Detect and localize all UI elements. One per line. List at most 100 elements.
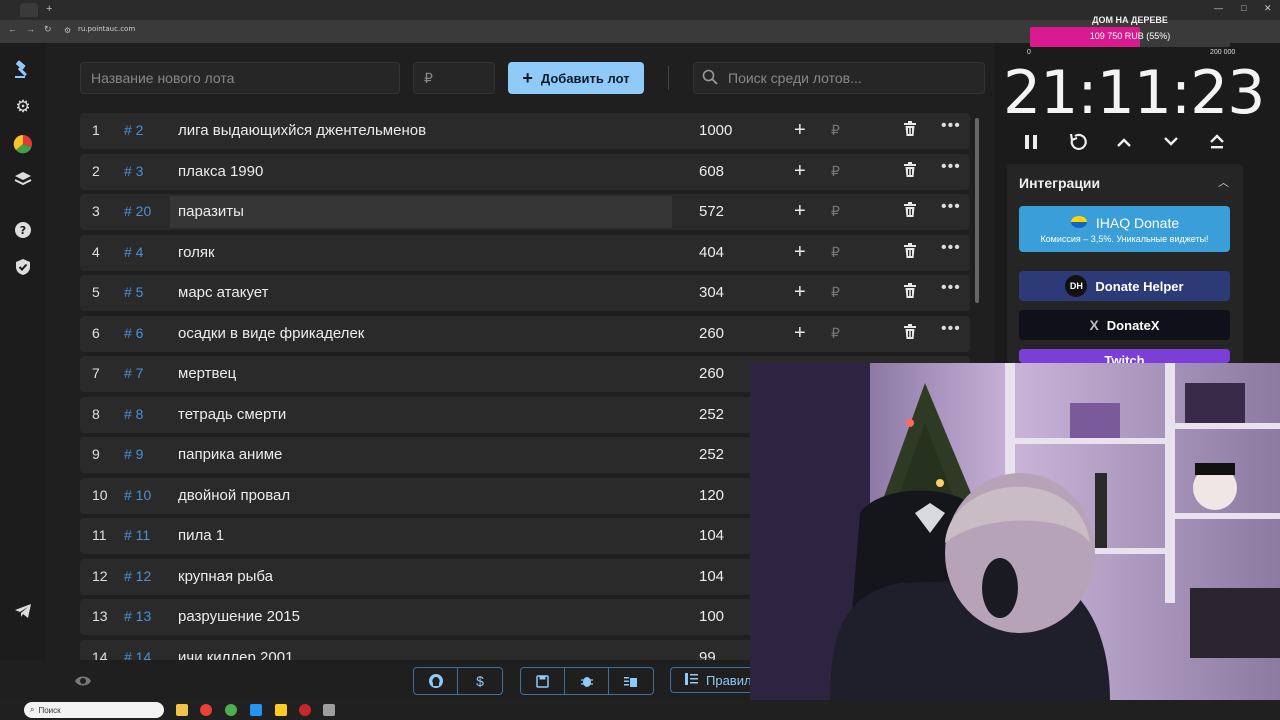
delete-trash-icon[interactable] — [903, 242, 917, 263]
lot-name[interactable]: осадки в виде фрикаделек — [178, 325, 364, 342]
lot-amount: 120 — [699, 486, 725, 504]
delete-trash-icon[interactable] — [903, 283, 917, 303]
new-tab-button[interactable]: + — [46, 3, 52, 15]
site-info-icon[interactable]: ⚙ — [64, 26, 71, 35]
ruble-input-icon[interactable]: ₽ — [831, 284, 840, 301]
goal-min-label: 0 — [1027, 49, 1031, 56]
lot-id: # 2 — [124, 122, 144, 138]
lot-id: # 8 — [124, 405, 144, 422]
pause-icon[interactable] — [1019, 130, 1043, 154]
add-lot-button[interactable]: + Добавить лот — [508, 62, 644, 94]
clear-list-icon[interactable] — [609, 668, 653, 694]
layers-icon[interactable] — [11, 167, 35, 191]
lot-name[interactable]: голяк — [178, 244, 215, 261]
help-icon[interactable]: ? — [11, 218, 35, 242]
ihaq-donate-button[interactable]: IHAQ Donate Комиссия – 3,5%. Уникальные … — [1019, 206, 1230, 252]
lot-name[interactable]: лига выдающихйся джентельменов — [178, 122, 426, 139]
more-options-icon[interactable]: ••• — [941, 198, 961, 216]
address-bar[interactable]: ru.pointauc.com — [78, 25, 135, 33]
taskbar-search[interactable]: ⌕ Поиск — [24, 702, 164, 718]
reset-timer-icon[interactable] — [1066, 130, 1090, 154]
ruble-input-icon[interactable]: ₽ — [831, 163, 840, 180]
ruble-input-icon[interactable]: ₽ — [831, 244, 840, 261]
lot-name[interactable]: разрушение 2015 — [178, 608, 300, 625]
lot-name[interactable]: мертвец — [178, 365, 236, 382]
more-options-icon[interactable]: ••• — [941, 239, 961, 257]
list-scrollbar[interactable] — [975, 118, 979, 303]
lot-amount: 304 — [699, 284, 725, 301]
add-amount-icon[interactable]: + — [794, 200, 806, 223]
taskbar-search-icon: ⌕ — [30, 705, 35, 714]
more-options-icon[interactable]: ••• — [941, 320, 961, 338]
lot-name[interactable]: паразиты — [178, 203, 244, 220]
delete-trash-icon[interactable] — [903, 161, 917, 182]
lot-name[interactable]: тетрадь смерти — [178, 406, 286, 423]
ruble-input-icon[interactable]: ₽ — [831, 325, 840, 342]
reload-icon[interactable]: ↻ — [44, 24, 52, 35]
lot-amount: 104 — [699, 527, 725, 544]
donate-helper-button[interactable]: DH Donate Helper — [1019, 271, 1230, 301]
forward-icon[interactable]: → — [26, 24, 35, 34]
lot-name[interactable]: паприка аниме — [178, 446, 282, 463]
chrome-active-icon[interactable] — [225, 704, 237, 716]
chrome-icon[interactable] — [200, 704, 212, 716]
add-amount-icon[interactable]: + — [794, 281, 806, 304]
increase-time-icon[interactable] — [1112, 130, 1136, 154]
lot-name[interactable]: плакса 1990 — [178, 163, 263, 180]
lot-name[interactable]: ичи киллер 2001 — [178, 649, 293, 661]
app-taskbar-icon[interactable] — [275, 704, 287, 716]
more-options-icon[interactable]: ••• — [941, 117, 961, 135]
lot-name[interactable]: пила 1 — [178, 527, 224, 544]
windows-taskbar: ⌕ Поиск — [0, 700, 1280, 720]
lot-search-input[interactable]: Поиск среди лотов... — [693, 62, 985, 94]
delete-trash-icon[interactable] — [903, 121, 917, 141]
add-amount-icon[interactable]: + — [794, 241, 806, 264]
eye-icon[interactable] — [74, 674, 92, 693]
bug-icon[interactable] — [565, 668, 609, 694]
file-explorer-icon[interactable] — [176, 704, 188, 716]
lot-id: # 7 — [124, 365, 144, 381]
obs-icon[interactable] — [299, 704, 311, 716]
delete-trash-icon[interactable] — [903, 202, 917, 222]
donatex-button[interactable]: X DonateX — [1019, 310, 1230, 340]
decrease-time-icon[interactable] — [1159, 130, 1183, 154]
lot-name[interactable]: крупная рыба — [178, 568, 273, 585]
rules-button[interactable]: Правил — [670, 667, 760, 693]
double-increase-icon[interactable] — [1205, 130, 1229, 154]
rules-label: Правил — [706, 672, 752, 688]
lot-amount: 99 — [699, 648, 716, 661]
lot-amount: 404 — [699, 243, 725, 261]
collapse-chevron-icon[interactable]: ︿ — [1218, 174, 1229, 190]
auction-gavel-icon[interactable] — [11, 58, 35, 82]
add-amount-icon[interactable]: + — [794, 160, 806, 183]
misc-taskbar-icon[interactable] — [323, 704, 335, 716]
save-icon[interactable] — [521, 668, 565, 694]
maximize-button[interactable]: □ — [1241, 3, 1246, 13]
twitch-button[interactable]: Twitch — [1019, 349, 1230, 363]
minimize-button[interactable]: — — [1214, 3, 1223, 13]
lot-position: 11 — [92, 527, 107, 543]
github-icon[interactable] — [414, 668, 458, 694]
telegram-icon[interactable] — [11, 599, 35, 623]
delete-trash-icon[interactable] — [903, 323, 917, 344]
shield-icon[interactable] — [11, 255, 35, 279]
lot-price-input[interactable]: ₽ — [413, 62, 495, 94]
telegram-taskbar-icon[interactable] — [250, 704, 262, 716]
donate-dollar-icon[interactable]: $ — [458, 668, 502, 694]
more-options-icon[interactable]: ••• — [941, 279, 961, 297]
ruble-input-icon[interactable]: ₽ — [831, 122, 840, 139]
wheel-icon[interactable] — [11, 132, 35, 156]
settings-gear-icon[interactable]: ⚙ — [11, 95, 35, 119]
back-icon[interactable]: ← — [8, 24, 17, 34]
browser-tab[interactable] — [20, 3, 38, 17]
add-amount-icon[interactable]: + — [794, 322, 806, 345]
lot-name[interactable]: марс атакует — [178, 284, 269, 301]
add-amount-icon[interactable]: + — [794, 119, 806, 142]
lot-name[interactable]: двойной провал — [178, 487, 290, 504]
ihaq-logo-icon — [1070, 215, 1088, 232]
lot-name-input[interactable]: Название нового лота — [80, 62, 400, 94]
ruble-input-icon[interactable]: ₽ — [831, 203, 840, 220]
lot-position: 10 — [92, 486, 108, 503]
close-window-button[interactable]: ✕ — [1264, 3, 1272, 14]
more-options-icon[interactable]: ••• — [941, 158, 961, 176]
